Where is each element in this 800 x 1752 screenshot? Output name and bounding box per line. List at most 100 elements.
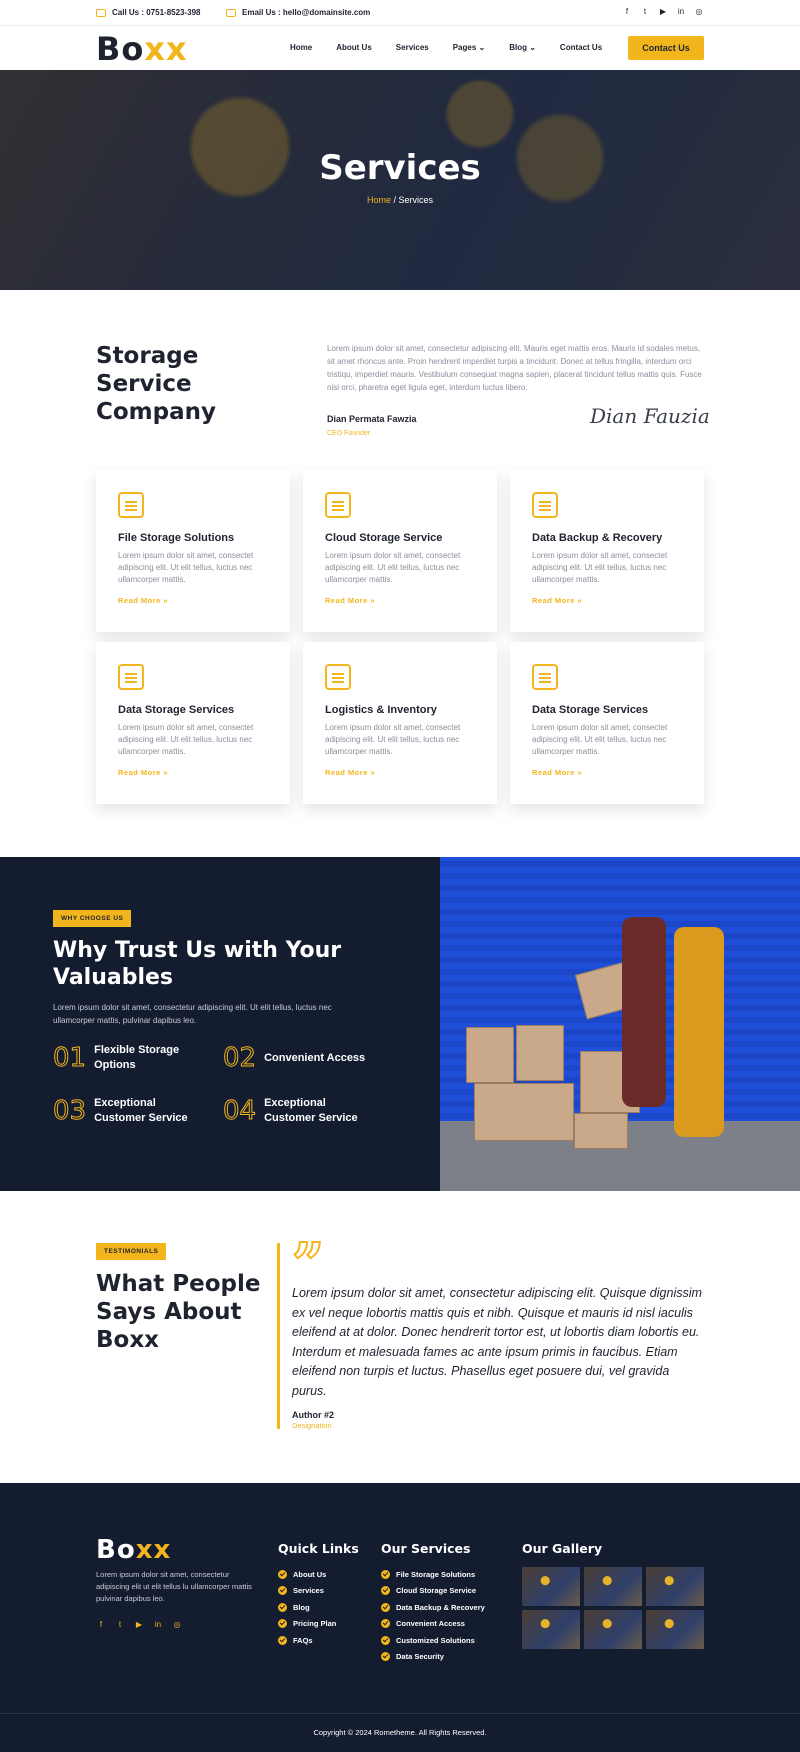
nav-item-pages[interactable]: Pages ⌄ bbox=[453, 43, 486, 52]
service-cards: File Storage Solutions Lorem ipsum dolor… bbox=[96, 470, 704, 804]
check-icon bbox=[381, 1652, 390, 1662]
email-info[interactable]: Email Us : hello@domainsite.com bbox=[226, 8, 370, 17]
youtube-icon[interactable]: ▶ bbox=[658, 7, 668, 17]
check-icon bbox=[381, 1569, 390, 1579]
file-icon bbox=[118, 492, 144, 518]
gallery-image[interactable] bbox=[646, 1567, 704, 1606]
footer-link[interactable]: Services bbox=[278, 1583, 359, 1600]
service-title: Data Storage Services bbox=[118, 704, 235, 716]
feature-label: Exceptional Customer Service bbox=[264, 1097, 358, 1124]
intro-text: Lorem ipsum dolor sit amet, consectetur … bbox=[327, 344, 702, 392]
logo[interactable]: Boxx bbox=[96, 30, 188, 68]
footer-link[interactable]: FAQs bbox=[278, 1632, 359, 1649]
feature-item: 04 Exceptional Customer Service bbox=[222, 1096, 374, 1127]
read-more-link[interactable]: Read More » bbox=[118, 768, 268, 777]
contact-button[interactable]: Contact Us bbox=[628, 36, 704, 60]
nav-item-home[interactable]: Home bbox=[290, 43, 312, 52]
email-text: Email Us : hello@domainsite.com bbox=[242, 8, 371, 17]
quote-icon: ” bbox=[291, 1231, 325, 1297]
nav-item-about[interactable]: About Us bbox=[336, 43, 372, 52]
service-title: Data Storage Services bbox=[532, 704, 649, 716]
facebook-icon[interactable]: f bbox=[96, 1620, 106, 1629]
check-icon bbox=[278, 1619, 287, 1629]
service-card[interactable]: Data Storage Services Lorem ipsum dolor … bbox=[510, 642, 704, 804]
breadcrumb-home[interactable]: Home bbox=[367, 195, 391, 205]
service-card[interactable]: Logistics & Inventory Lorem ipsum dolor … bbox=[303, 642, 497, 804]
footer-link[interactable]: Data Security bbox=[381, 1649, 485, 1666]
storage-icon bbox=[118, 664, 144, 690]
read-more-link[interactable]: Read More » bbox=[532, 596, 682, 605]
intro-title: Storage Service Company bbox=[96, 343, 216, 425]
service-title: Data Backup & Recovery bbox=[532, 532, 663, 544]
footer-link[interactable]: About Us bbox=[278, 1566, 359, 1583]
footer-link[interactable]: Cloud Storage Service bbox=[381, 1583, 485, 1600]
author-name: Dian Permata Fawzia bbox=[327, 414, 417, 424]
facebook-icon[interactable]: f bbox=[622, 7, 632, 17]
why-tag: WHY CHOOSE US bbox=[53, 910, 132, 927]
instagram-icon[interactable]: ◎ bbox=[694, 7, 704, 17]
check-icon bbox=[278, 1586, 287, 1596]
nav-item-contact[interactable]: Contact Us bbox=[560, 43, 602, 52]
read-more-link[interactable]: Read More » bbox=[325, 596, 475, 605]
twitter-icon[interactable]: t bbox=[115, 1620, 125, 1629]
testimonials-title: What People Says About Boxx bbox=[96, 1271, 261, 1353]
footer-divider bbox=[0, 1713, 800, 1714]
quick-links-title: Quick Links bbox=[278, 1541, 359, 1556]
nav-item-services[interactable]: Services bbox=[396, 43, 429, 52]
footer-link[interactable]: Data Backup & Recovery bbox=[381, 1599, 485, 1616]
top-socials: f t ▶ in ◎ bbox=[622, 7, 704, 17]
linkedin-icon[interactable]: in bbox=[676, 7, 686, 17]
service-title: Logistics & Inventory bbox=[325, 704, 437, 716]
feature-item: 02 Convenient Access bbox=[222, 1043, 374, 1074]
chip-icon bbox=[532, 664, 558, 690]
top-bar: Call Us : 0751-8523-398 Email Us : hello… bbox=[0, 0, 800, 26]
gallery-title: Our Gallery bbox=[522, 1541, 603, 1556]
breadcrumb-current: Services bbox=[398, 195, 434, 205]
quote-divider bbox=[277, 1243, 280, 1429]
service-card[interactable]: Cloud Storage Service Lorem ipsum dolor … bbox=[303, 470, 497, 632]
read-more-link[interactable]: Read More » bbox=[532, 768, 682, 777]
check-icon bbox=[381, 1586, 390, 1596]
footer-link[interactable]: Blog bbox=[278, 1599, 359, 1616]
testimonial-role: Designation bbox=[292, 1421, 332, 1430]
database-icon bbox=[532, 492, 558, 518]
footer-socials: f t ▶ in ◎ bbox=[96, 1620, 182, 1629]
feature-number: 03 bbox=[52, 1096, 87, 1127]
gallery-image[interactable] bbox=[522, 1610, 580, 1649]
breadcrumb-separator: / bbox=[390, 195, 399, 205]
youtube-icon[interactable]: ▶ bbox=[134, 1620, 144, 1629]
testimonial-quote: Lorem ipsum dolor sit amet, consectetur … bbox=[292, 1286, 702, 1398]
check-icon bbox=[278, 1635, 287, 1645]
warehouse-photo bbox=[440, 857, 800, 1191]
footer-link[interactable]: Convenient Access bbox=[381, 1616, 485, 1633]
service-card[interactable]: File Storage Solutions Lorem ipsum dolor… bbox=[96, 470, 290, 632]
check-icon bbox=[278, 1569, 287, 1579]
service-text: Lorem ipsum dolor sit amet, consectet ad… bbox=[118, 723, 254, 756]
call-info[interactable]: Call Us : 0751-8523-398 bbox=[96, 8, 201, 17]
gallery-image[interactable] bbox=[646, 1610, 704, 1649]
gallery-image[interactable] bbox=[584, 1610, 642, 1649]
feature-number: 04 bbox=[222, 1096, 257, 1127]
footer-link[interactable]: Customized Solutions bbox=[381, 1632, 485, 1649]
instagram-icon[interactable]: ◎ bbox=[172, 1620, 182, 1629]
check-icon bbox=[381, 1635, 390, 1645]
footer-link[interactable]: File Storage Solutions bbox=[381, 1566, 485, 1583]
read-more-link[interactable]: Read More » bbox=[118, 596, 268, 605]
gallery-image[interactable] bbox=[584, 1567, 642, 1606]
service-card[interactable]: Data Storage Services Lorem ipsum dolor … bbox=[96, 642, 290, 804]
twitter-icon[interactable]: t bbox=[640, 7, 650, 17]
service-card[interactable]: Data Backup & Recovery Lorem ipsum dolor… bbox=[510, 470, 704, 632]
footer-logo[interactable]: Boxx bbox=[96, 1535, 171, 1565]
linkedin-icon[interactable]: in bbox=[153, 1620, 163, 1629]
read-more-link[interactable]: Read More » bbox=[325, 768, 475, 777]
service-text: Lorem ipsum dolor sit amet, consectet ad… bbox=[118, 551, 254, 584]
signature-image: Dian Fauzia bbox=[590, 404, 710, 428]
gallery-image[interactable] bbox=[522, 1567, 580, 1606]
service-text: Lorem ipsum dolor sit amet, consectet ad… bbox=[325, 551, 461, 584]
page-title: Services bbox=[319, 148, 481, 188]
footer-quick-links: Quick Links About Us Services Blog Prici… bbox=[278, 1541, 359, 1649]
nav-item-blog[interactable]: Blog ⌄ bbox=[509, 43, 536, 52]
why-title: Why Trust Us with Your Valuables bbox=[53, 938, 342, 990]
feature-label: Flexible Storage Options bbox=[94, 1044, 180, 1071]
footer-link[interactable]: Pricing Plan bbox=[278, 1616, 359, 1633]
